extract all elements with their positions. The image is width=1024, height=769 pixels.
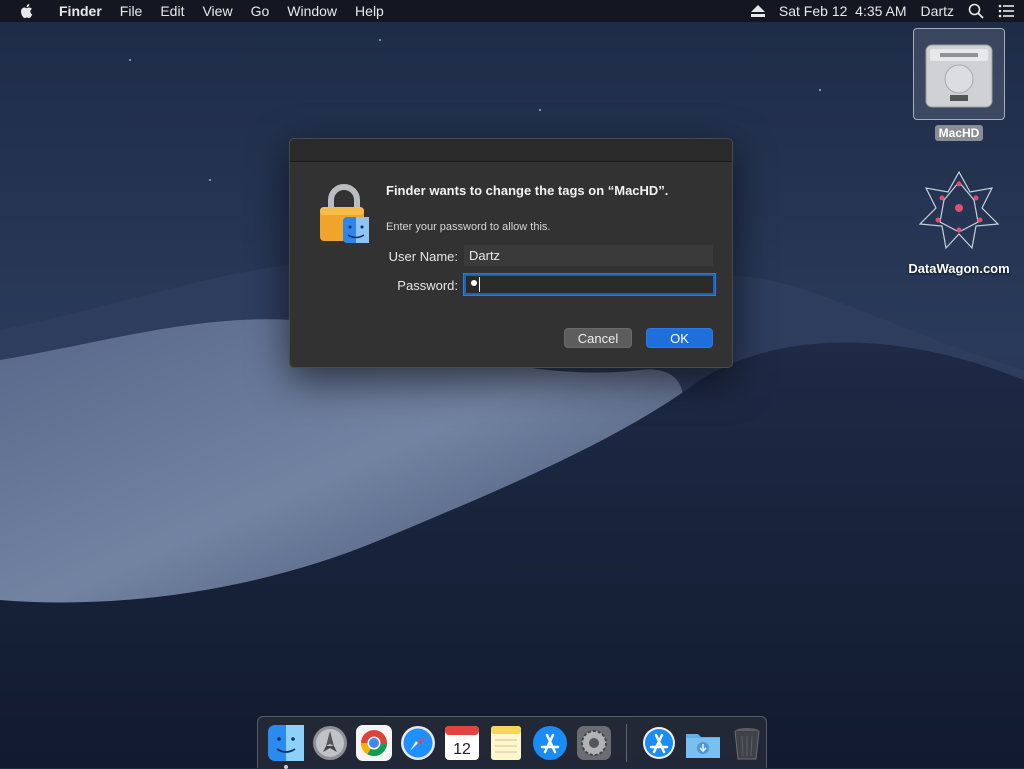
password-value-dot [471,280,477,286]
dock-item-chrome[interactable] [355,724,393,762]
spotlight-search-icon[interactable] [968,3,984,19]
authentication-dialog: Finder wants to change the tags on “MacH… [289,138,733,368]
menu-help[interactable]: Help [346,0,393,22]
safari-icon [401,725,435,760]
calendar-day: 12 [453,741,471,758]
menu-file[interactable]: File [111,0,152,22]
apple-icon[interactable] [18,2,36,20]
applications-folder-icon [643,726,675,759]
desktop-icon-machd[interactable]: MacHD [912,28,1006,141]
dock-item-calendar[interactable]: 12 [443,724,481,762]
eject-icon[interactable] [750,5,765,17]
dock: 12 [257,716,767,769]
dialog-titlebar[interactable] [290,139,732,162]
dock-item-notes[interactable] [487,724,525,762]
notification-center-icon[interactable] [998,3,1014,19]
dock-item-app-store[interactable] [531,724,569,762]
menu-app-name[interactable]: Finder [50,0,111,22]
ok-button[interactable]: OK [646,328,713,348]
downloads-folder-icon [686,733,720,758]
dock-item-safari[interactable] [399,724,437,762]
chrome-icon [356,724,392,761]
menu-bar: Finder File Edit View Go Window Help Sat… [0,0,1024,22]
username-label: User Name: [388,249,458,264]
dialog-heading: Finder wants to change the tags on “MacH… [386,183,669,198]
dock-separator [626,723,627,762]
desktop-wallpaper [0,0,1024,768]
username-field[interactable]: Dartz [464,245,713,266]
menu-edit[interactable]: Edit [151,0,193,22]
dock-item-downloads[interactable] [684,724,722,762]
menu-window[interactable]: Window [278,0,346,22]
notes-icon [491,725,521,760]
password-label: Password: [397,278,458,293]
system-preferences-icon [577,725,611,760]
lock-finder-icon [320,184,369,243]
app-store-icon [533,725,567,760]
desktop-icon-label: MacHD [934,125,984,141]
menubar-user[interactable]: Dartz [921,3,954,19]
menubar-clock[interactable]: Sat Feb 12 4:35 AM [779,3,907,19]
datawagon-logo-icon [918,170,1000,250]
desktop-icon-datawagon[interactable]: DataWagon.com [895,170,1023,276]
finder-icon [268,724,304,761]
dock-item-trash[interactable] [728,724,766,762]
launchpad-icon [313,725,347,760]
text-caret [479,277,480,292]
menu-go[interactable]: Go [242,0,279,22]
dock-item-finder[interactable] [267,724,305,769]
trash-icon [734,727,760,759]
dock-item-system-preferences[interactable] [575,724,613,762]
dock-item-applications[interactable] [640,724,678,762]
desktop-icon-label: DataWagon.com [908,261,1010,276]
dock-item-launchpad[interactable] [311,724,349,762]
calendar-icon: 12 [445,725,479,760]
cancel-button[interactable]: Cancel [564,328,632,348]
menu-view[interactable]: View [193,0,241,22]
dialog-subtext: Enter your password to allow this. [386,221,551,233]
hard-drive-icon [913,28,1005,120]
password-field[interactable] [464,274,715,295]
